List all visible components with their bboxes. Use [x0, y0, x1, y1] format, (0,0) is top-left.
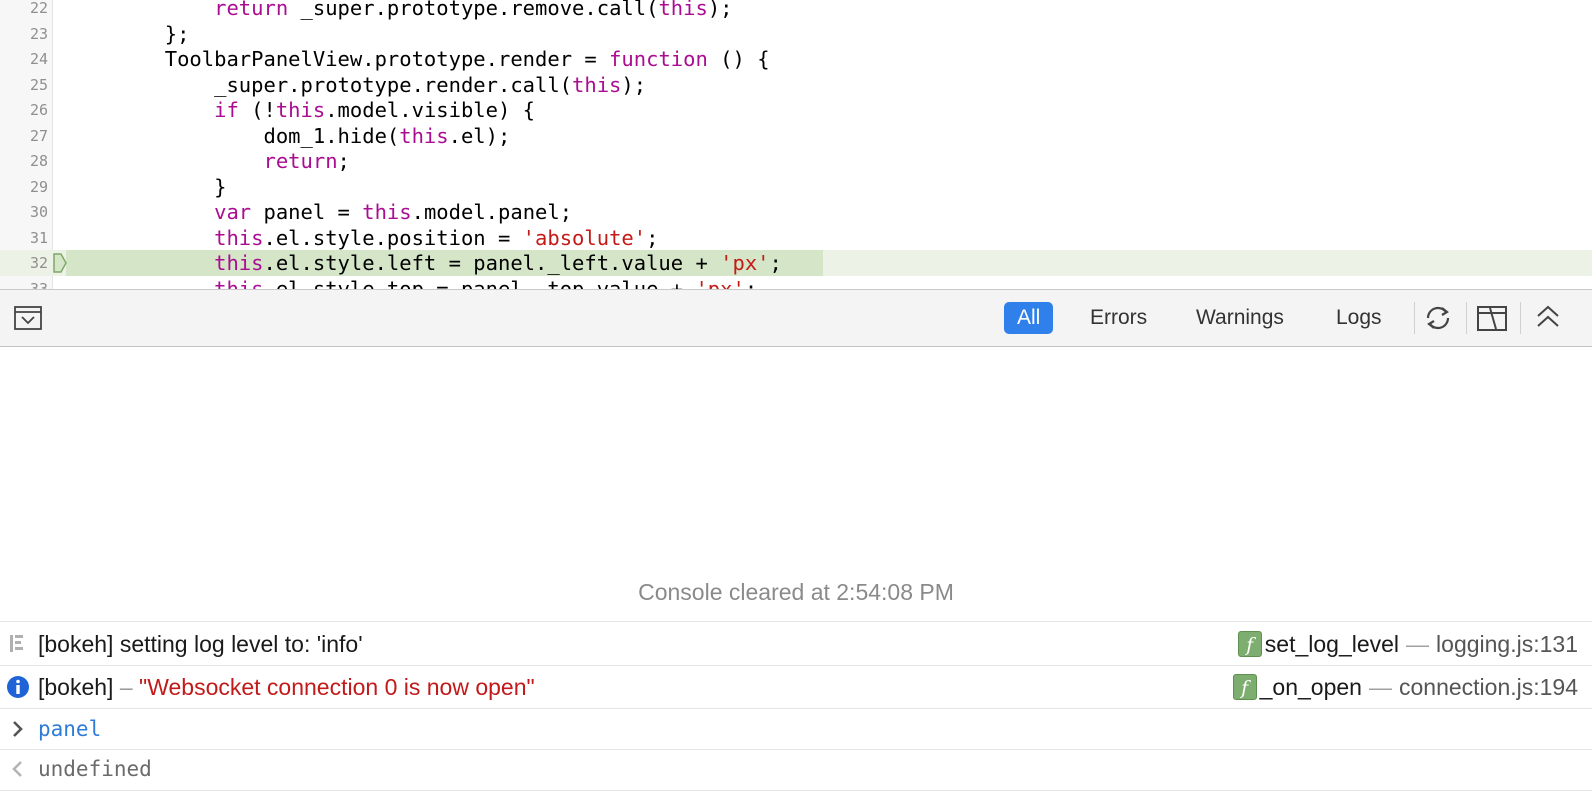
- source-file-link[interactable]: logging.js:131: [1436, 623, 1578, 665]
- chevron-right-icon: [13, 721, 23, 737]
- filter-all-button[interactable]: All: [1004, 302, 1054, 334]
- line-number: 22: [29, 0, 48, 17]
- line-number: 28: [29, 152, 48, 170]
- row-divider: [0, 621, 1592, 622]
- line-number: 24: [29, 50, 48, 68]
- code-editor[interactable]: 22 return _super.prototype.remove.call(t…: [0, 0, 1592, 293]
- code-line[interactable]: 28 return;: [0, 148, 1592, 174]
- toolbar-divider: [1466, 302, 1467, 334]
- console-info-row[interactable]: [bokeh] – "Websocket connection 0 is now…: [0, 666, 1592, 708]
- code-text: }: [214, 174, 227, 199]
- split-view-icon[interactable]: [1476, 302, 1508, 334]
- toolbar-divider: [1414, 302, 1415, 334]
- console-input-row[interactable]: panel: [0, 708, 1592, 750]
- code-text: _super.prototype.render.call(this);: [214, 72, 647, 97]
- code-line[interactable]: 27 dom_1.hide(this.el);: [0, 123, 1592, 149]
- log-icon: [10, 635, 23, 652]
- console-result-text: undefined: [38, 757, 152, 781]
- code-text: this.el.style.position = 'absolute';: [214, 225, 659, 250]
- line-number: 25: [29, 75, 48, 94]
- line-number: 27: [29, 126, 48, 145]
- collapse-icon[interactable]: [1532, 302, 1564, 334]
- line-number: 26: [29, 101, 48, 119]
- log-source-location[interactable]: f set_log_level — logging.js:131: [1237, 623, 1578, 665]
- line-number: 31: [29, 228, 48, 247]
- code-text: return;: [263, 149, 350, 173]
- console-drawer-icon[interactable]: [14, 306, 42, 330]
- code-text: dom_1.hide(this.el);: [263, 123, 511, 148]
- filter-errors-button[interactable]: Errors: [1077, 302, 1160, 334]
- code-line-current[interactable]: 32 this.el.style.left = panel._left.valu…: [0, 250, 1592, 276]
- function-icon: f: [1232, 674, 1257, 700]
- code-text: var panel = this.model.panel;: [214, 200, 573, 224]
- console-toolbar: All Errors Warnings Logs: [0, 289, 1592, 347]
- toolbar-divider: [1520, 302, 1521, 334]
- code-line[interactable]: 22 return _super.prototype.remove.call(t…: [0, 0, 1592, 21]
- info-icon: [7, 676, 29, 698]
- result-arrow-icon: [12, 761, 22, 777]
- log-message-text: [bokeh] setting log level to: 'info': [38, 631, 363, 657]
- function-name: _on_open: [1259, 674, 1362, 700]
- code-line[interactable]: 29 }: [0, 174, 1592, 200]
- code-text: if (!this.model.visible) {: [214, 98, 536, 122]
- row-divider: [0, 790, 1592, 791]
- code-line[interactable]: 25 _super.prototype.render.call(this);: [0, 72, 1592, 98]
- line-number: 23: [29, 24, 48, 43]
- console-input-text: panel: [38, 717, 102, 741]
- code-line[interactable]: 23 };: [0, 21, 1592, 47]
- breakpoint-marker-icon[interactable]: [53, 253, 67, 273]
- filter-logs-button[interactable]: Logs: [1323, 302, 1395, 334]
- code-text: ToolbarPanelView.prototype.render = func…: [164, 47, 770, 71]
- info-message: [bokeh] – "Websocket connection 0 is now…: [38, 666, 535, 708]
- source-separator: —: [1406, 631, 1430, 657]
- info-message-text: "Websocket connection 0 is now open": [139, 674, 535, 700]
- code-text: return _super.prototype.remove.call(this…: [214, 0, 733, 20]
- info-source-location[interactable]: f _on_open — connection.js:194: [1232, 666, 1578, 708]
- code-text: };: [164, 21, 190, 46]
- function-icon: f: [1237, 631, 1262, 657]
- code-text: this.el.style.left = panel._left.value +…: [214, 251, 782, 275]
- code-line[interactable]: 31 this.el.style.position = 'absolute';: [0, 225, 1592, 251]
- info-message-prefix: [bokeh]: [38, 674, 114, 700]
- source-separator: —: [1368, 674, 1392, 700]
- line-number: 32: [29, 254, 48, 272]
- filter-warnings-button[interactable]: Warnings: [1183, 302, 1297, 334]
- console-cleared-message: Console cleared at 2:54:08 PM: [638, 579, 954, 605]
- line-number: 29: [29, 177, 48, 196]
- reload-icon[interactable]: [1422, 302, 1454, 334]
- code-line[interactable]: 26 if (!this.model.visible) {: [0, 97, 1592, 123]
- line-number: 30: [29, 203, 48, 221]
- code-line[interactable]: 24 ToolbarPanelView.prototype.render = f…: [0, 46, 1592, 72]
- code-line[interactable]: 30 var panel = this.model.panel;: [0, 199, 1592, 225]
- source-file-link[interactable]: connection.js:194: [1399, 666, 1578, 708]
- function-name: set_log_level: [1264, 631, 1400, 657]
- info-message-dash: –: [113, 674, 140, 700]
- console-log-row[interactable]: [bokeh] setting log level to: 'info' f s…: [0, 623, 1592, 665]
- console-result-row[interactable]: undefined: [0, 748, 1592, 790]
- console-messages: Console cleared at 2:54:08 PM [bokeh] se…: [0, 346, 1592, 808]
